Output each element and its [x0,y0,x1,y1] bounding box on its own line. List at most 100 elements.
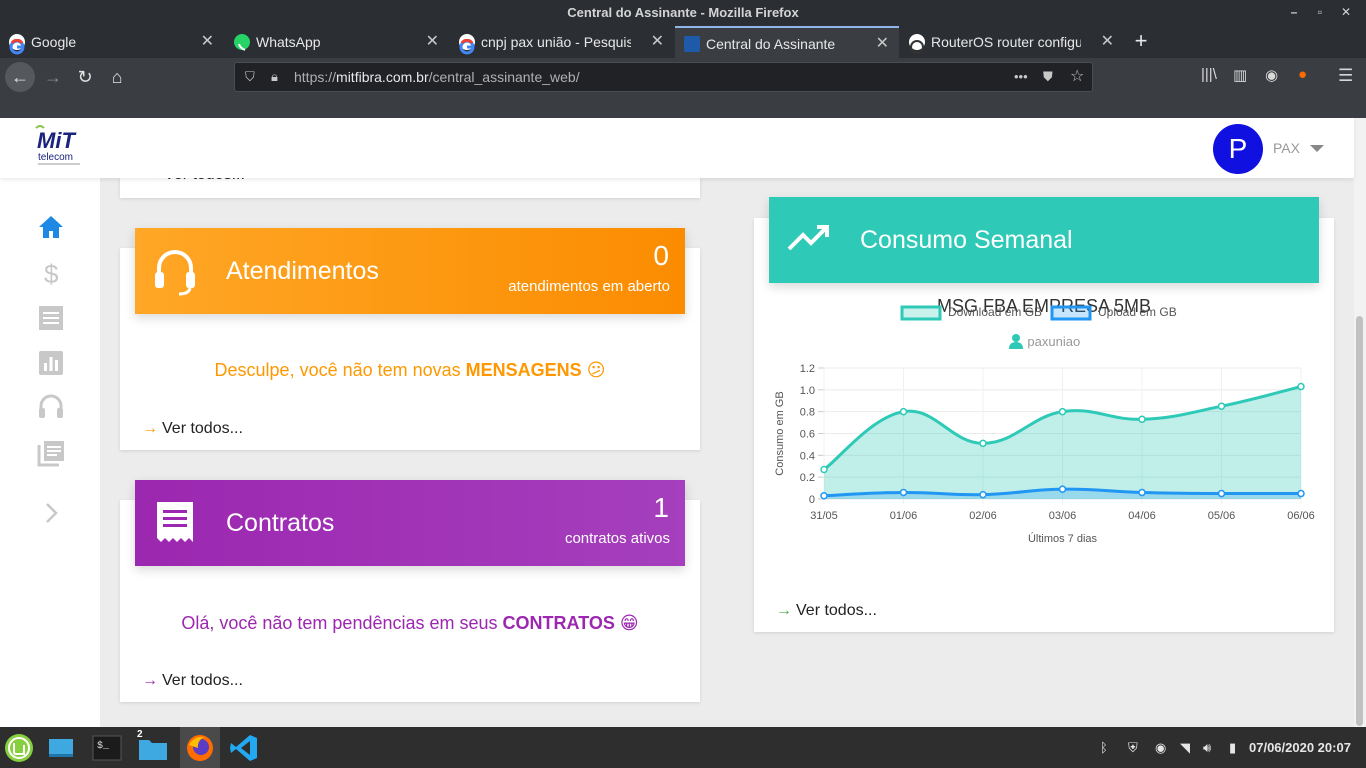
tab-whatsapp[interactable]: WhatsApp ✕ [225,26,449,58]
mit-telecom-logo[interactable]: MiT telecom [32,124,88,168]
arrow-right-icon: → [776,602,792,619]
consumo-ver-todos-link[interactable]: → Ver todos... [776,602,877,620]
mint-menu-icon[interactable] [3,732,35,764]
tab-routeros[interactable]: RouterOS router configura ✕ [900,26,1124,58]
atendimentos-title: Atendimentos [226,257,379,285]
dollar-icon[interactable]: $ [36,258,66,288]
battery-icon[interactable]: ▮ [1229,727,1236,768]
svg-text:$_: $_ [97,740,110,752]
pocket-icon[interactable]: ⛊ [1043,63,1053,91]
close-window-icon[interactable]: ✕ [1334,0,1358,26]
close-tab-icon[interactable]: ✕ [1101,26,1114,58]
chevron-down-icon[interactable] [1310,145,1324,152]
y-tick-label: 1.0 [800,385,815,397]
chevron-right-icon[interactable] [36,498,66,528]
grin-emoji-icon: 😁 [619,613,639,633]
x-tick-label: 31/05 [810,510,838,522]
vscode-icon[interactable] [228,732,260,764]
legend-swatch [1050,305,1092,321]
data-point [1058,485,1067,493]
x-tick-label: 02/06 [969,510,997,522]
headset-icon[interactable] [36,392,66,422]
url-text[interactable]: https://mitfibra.com.br/central_assinant… [294,63,580,91]
tab-label: WhatsApp [256,34,321,50]
page-actions-icon[interactable]: ••• [1014,63,1028,91]
consumo-chart[interactable]: Download em GB Upload em GB 0 0.2 0.4 0.6 0.8 1… [754,305,1334,578]
data-point [1138,415,1146,424]
home-icon[interactable]: ⌂ [102,62,132,92]
contratos-ver-todos-link[interactable]: → Ver todos... [142,672,243,690]
close-tab-icon[interactable]: ✕ [426,26,439,58]
menu-icon[interactable]: ☰ [1338,66,1353,86]
bluetooth-icon[interactable]: ᛒ [1100,727,1108,768]
atendimentos-count: 0 [653,240,669,271]
tracking-shield-icon[interactable]: ⛉ [245,63,255,91]
tab-bar: Google ✕ WhatsApp ✕ cnpj pax união - Pes… [0,26,1366,58]
y-tick-label: 0 [809,494,815,506]
wifi-icon[interactable]: ◥ [1180,727,1190,768]
nvidia-icon[interactable]: ◉ [1155,727,1166,768]
tab-central-assinante[interactable]: Central do Assinante ✕ [675,26,899,58]
page-content: MiT telecom P PAX $ →Ver todos... Descul… [0,118,1366,727]
clock[interactable]: 07/06/2020 20:07 [1249,727,1351,768]
tab-label: Central do Assinante [706,36,836,52]
extension-icon[interactable]: ● [1298,66,1307,83]
minimize-icon[interactable]: – [1282,0,1306,26]
taskbar: $_ 2 ᛒ ⛨ ◉ ◥ 🔊︎ ▮ 07/06/2020 20:07 [0,727,1366,768]
volume-icon[interactable]: 🔊︎ [1203,727,1211,768]
tab-cnpj-search[interactable]: cnpj pax união - Pesquisa G ✕ [450,26,674,58]
avatar[interactable]: P [1213,124,1263,174]
google-icon [9,34,25,55]
x-tick-label: 03/06 [1049,510,1077,522]
tab-google[interactable]: Google ✕ [0,26,224,58]
close-tab-icon[interactable]: ✕ [651,26,664,58]
library-icon[interactable]: |||\ [1201,66,1217,83]
chart-icon[interactable] [36,348,66,378]
username[interactable]: PAX [1273,140,1300,156]
bookmark-star-icon[interactable]: ☆ [1070,63,1084,91]
x-tick-label: 06/06 [1287,510,1315,522]
page-scrollbar-thumb[interactable] [1356,316,1363,726]
back-icon[interactable]: ← [5,62,35,92]
y-tick-label: 0.8 [800,407,815,419]
consumo-header[interactable]: Consumo Semanal [769,197,1319,283]
lock-icon[interactable]: 🔒︎ [271,63,278,91]
tab-label: RouterOS router configura [931,34,1081,50]
url-scheme: https:// [294,69,337,85]
y-tick-label: 0.6 [800,429,815,441]
restore-icon[interactable]: ▫ [1308,0,1332,26]
show-desktop-icon[interactable] [45,732,77,764]
forward-icon[interactable]: → [38,62,68,92]
library-books-icon[interactable] [36,438,66,468]
terminal-icon[interactable]: $_ [91,732,123,764]
data-point [1138,488,1146,497]
tab-label: Google [31,34,77,50]
data-point [1217,489,1226,498]
close-tab-icon[interactable]: ✕ [876,28,889,58]
message-text: Desculpe, você não tem novas [214,360,466,380]
app-header: MiT telecom P PAX [0,118,1354,178]
window-titlebar: Central do Assinante - Mozilla Firefox –… [0,0,1366,26]
atendimentos-ver-todos-link[interactable]: → Ver todos... [142,420,243,438]
close-tab-icon[interactable]: ✕ [201,26,214,58]
home-icon[interactable] [36,212,66,242]
new-tab-button[interactable]: + [1128,26,1154,58]
reload-icon[interactable]: ↻ [70,62,100,92]
google-icon [459,34,475,55]
whatsapp-icon [234,34,250,51]
atendimentos-header[interactable]: Atendimentos 0 atendimentos em aberto [135,228,685,314]
ver-todos-label: Ver todos... [162,420,243,437]
data-point [899,407,908,416]
receipt-icon [157,502,193,542]
contratos-message: Olá, você não tem pendências em seus CON… [120,613,700,634]
update-shield-icon[interactable]: ⛨ [1128,727,1138,768]
atendimentos-message: Desculpe, você não tem novas MENSAGENS 😕 [120,360,700,381]
account-icon[interactable]: ◉ [1265,66,1278,84]
contratos-title: Contratos [226,509,335,537]
contratos-header[interactable]: Contratos 1 contratos ativos [135,480,685,566]
receipt-icon[interactable] [36,303,66,333]
firefox-active-slot[interactable] [180,727,220,768]
url-bar[interactable]: ⛉ 🔒︎ https://mitfibra.com.br/central_ass… [234,62,1093,92]
sidebar-icon[interactable]: ▥ [1233,66,1247,84]
mitfibra-icon [684,36,700,52]
